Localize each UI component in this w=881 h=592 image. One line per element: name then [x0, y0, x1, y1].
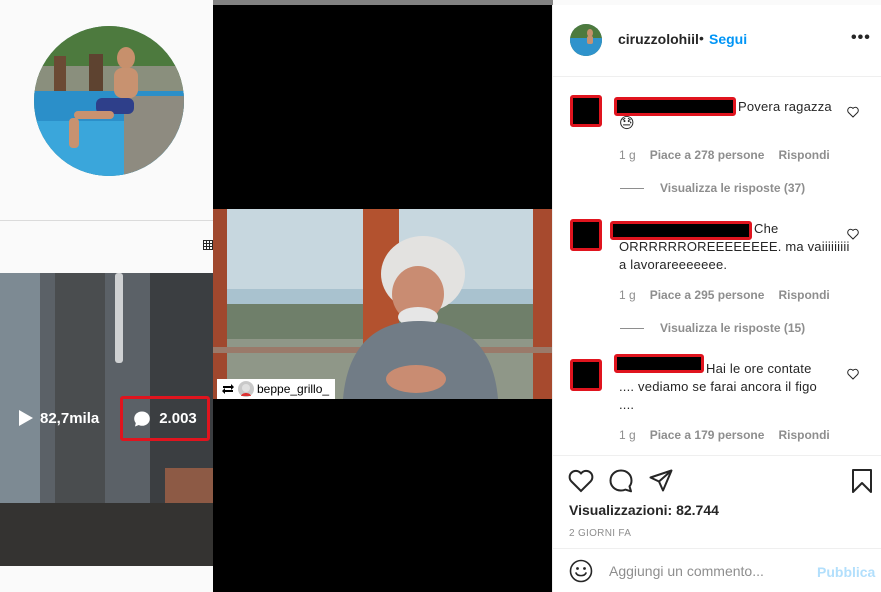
profile-divider — [0, 220, 213, 221]
profile-avatar[interactable] — [34, 26, 184, 176]
comment-text-line1: Che — [754, 221, 779, 236]
replies-dash — [620, 327, 644, 329]
save-icon[interactable] — [849, 468, 875, 494]
repost-avatar — [238, 381, 254, 397]
views-count: 82,7mila — [40, 409, 100, 427]
comment-text-line1: Hai le ore contate — [706, 361, 812, 376]
repost-icon — [222, 384, 234, 394]
play-icon — [19, 410, 33, 426]
grid-icon[interactable] — [203, 240, 213, 250]
comments-count: 2.003 — [159, 410, 197, 427]
view-count: Visualizzazioni: 82.744 — [569, 502, 719, 518]
author-username[interactable]: ciruzzolohiil — [618, 31, 699, 47]
comment-time: 1 g — [619, 428, 636, 442]
publish-button[interactable]: Pubblica — [817, 564, 875, 580]
replies-dash — [620, 187, 644, 189]
profile-photo — [34, 26, 184, 176]
emoji-icon[interactable] — [569, 559, 593, 583]
comment-likes[interactable]: Piace a 278 persone — [650, 148, 765, 162]
author-photo — [570, 24, 602, 56]
like-comment-icon[interactable] — [847, 368, 859, 380]
share-icon[interactable] — [648, 468, 674, 494]
more-options-icon[interactable]: ••• — [851, 29, 871, 47]
post-media[interactable]: beppe_grillo_ — [213, 5, 552, 592]
comment-emoji: 😓 — [619, 115, 635, 132]
profile-background: 82,7mila 2.003 — [0, 0, 213, 592]
comment-icon[interactable] — [608, 468, 634, 494]
view-replies-label: Visualizza le risposte (15) — [660, 321, 806, 335]
add-comment-bar: Pubblica — [553, 548, 881, 592]
repost-tag[interactable]: beppe_grillo_ — [217, 379, 336, 399]
comment-avatar-redacted[interactable] — [570, 359, 602, 391]
header-separator: • — [699, 30, 704, 46]
reply-button[interactable]: Rispondi — [778, 148, 829, 162]
comment-meta: 1 g Piace a 295 persone Rispondi — [619, 288, 830, 302]
video-frame — [213, 209, 552, 399]
comment-time: 1 g — [619, 148, 636, 162]
view-replies-label: Visualizza le risposte (37) — [660, 181, 806, 195]
like-comment-icon[interactable] — [847, 228, 859, 240]
screen: 82,7mila 2.003 beppe_grillo_ ciruzzolohi… — [0, 0, 881, 592]
comment-avatar-redacted[interactable] — [570, 219, 602, 251]
thumbnail-comments: 2.003 — [120, 396, 210, 441]
comment-username-redacted[interactable] — [614, 97, 736, 116]
comment-text-line3: a lavorareeeeeee. — [619, 257, 728, 272]
comment-text-line2: .... vediamo se farai ancora il figo — [619, 379, 817, 394]
comment-time: 1 g — [619, 288, 636, 302]
comment-avatar-redacted[interactable] — [570, 95, 602, 127]
comment-input[interactable] — [609, 561, 809, 581]
post-actions: Visualizzazioni: 82.744 2 GIORNI FA — [553, 455, 881, 545]
like-icon[interactable] — [568, 468, 594, 494]
comment-bubble-icon — [134, 411, 151, 426]
reply-button[interactable]: Rispondi — [778, 428, 829, 442]
comment-meta: 1 g Piace a 278 persone Rispondi — [619, 148, 830, 162]
comment-text-line3: .... — [619, 397, 635, 412]
comment-likes[interactable]: Piace a 295 persone — [650, 288, 765, 302]
repost-username: beppe_grillo_ — [257, 382, 330, 396]
reply-button[interactable]: Rispondi — [778, 288, 829, 302]
comment-text: Povera ragazza — [738, 99, 832, 114]
comment-likes[interactable]: Piace a 179 persone — [650, 428, 765, 442]
follow-button[interactable]: Segui — [709, 31, 747, 47]
post-panel: ciruzzolohiil • Segui ••• Povera ragazza… — [552, 5, 881, 592]
view-replies-button[interactable]: Visualizza le risposte (37) — [620, 181, 805, 195]
post-date[interactable]: 2 GIORNI FA — [569, 528, 631, 539]
like-comment-icon[interactable] — [847, 106, 859, 118]
post-header: ciruzzolohiil • Segui ••• — [553, 5, 881, 77]
comment-text-line2: ORRRRRROREEEEEEEE. ma vaiiiiiiiii — [619, 239, 850, 254]
comment-meta: 1 g Piace a 179 persone Rispondi — [619, 428, 830, 442]
post-video[interactable]: beppe_grillo_ — [213, 209, 552, 399]
view-replies-button[interactable]: Visualizza le risposte (15) — [620, 321, 805, 335]
comment-username-redacted[interactable] — [614, 354, 704, 373]
thumbnail-views: 82,7mila — [18, 409, 99, 427]
author-avatar[interactable] — [570, 24, 602, 56]
